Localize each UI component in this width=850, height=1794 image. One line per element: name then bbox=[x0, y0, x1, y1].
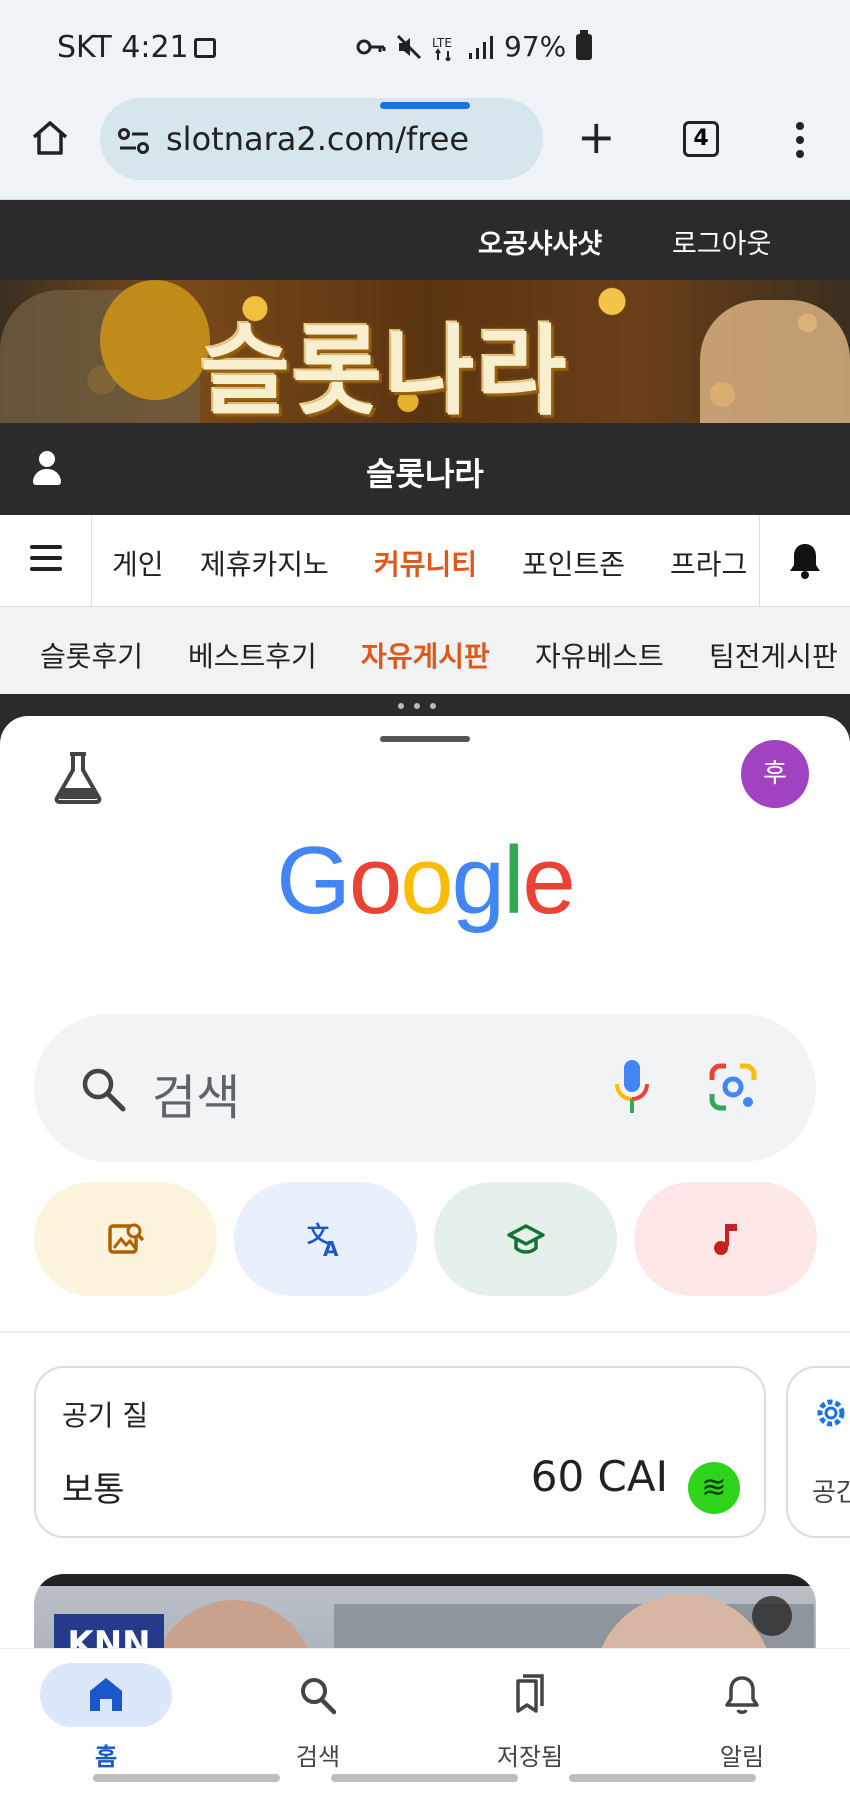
air-quality-status: 보통 bbox=[62, 1470, 125, 1510]
search-icon bbox=[301, 1678, 337, 1715]
banner-lion-art bbox=[100, 280, 210, 400]
music-note-icon bbox=[714, 1224, 737, 1255]
battery-percent: 97% bbox=[504, 30, 567, 63]
nav-notifications[interactable]: 알림 bbox=[636, 1649, 848, 1779]
google-logo-letter: g bbox=[451, 827, 505, 934]
air-quality-label: 공기 질 bbox=[62, 1399, 149, 1432]
mute-icon bbox=[396, 34, 422, 59]
nav-saved[interactable]: 저장됨 bbox=[424, 1649, 636, 1779]
song-search-chip[interactable] bbox=[634, 1182, 817, 1296]
google-lens-icon[interactable] bbox=[708, 1062, 758, 1112]
nav-item-active[interactable]: 커뮤니티 bbox=[374, 543, 477, 583]
expand-icon[interactable] bbox=[752, 1596, 792, 1636]
air-quality-card[interactable]: 공기 질 보통 60 CAI ≋ bbox=[34, 1366, 766, 1538]
banner-characters-art bbox=[700, 300, 850, 423]
divider bbox=[759, 515, 760, 607]
status-icons: LTE 97% bbox=[356, 29, 593, 63]
air-quality-waves-icon: ≋ bbox=[688, 1462, 740, 1514]
home-icon[interactable] bbox=[30, 118, 70, 158]
nav-home[interactable]: 홈 bbox=[0, 1649, 212, 1779]
lte-icon: LTE bbox=[432, 36, 452, 61]
menu-icon[interactable] bbox=[796, 122, 804, 164]
address-bar[interactable]: slotnara2.com/free bbox=[100, 98, 543, 180]
browser-toolbar: slotnara2.com/free + 4 bbox=[0, 90, 850, 200]
gear-icon bbox=[817, 1399, 845, 1427]
graduation-cap-icon bbox=[507, 1224, 545, 1254]
home-icon bbox=[90, 1678, 122, 1711]
new-tab-icon[interactable]: + bbox=[577, 114, 616, 160]
gesture-bar bbox=[331, 1774, 518, 1782]
site-settings-icon[interactable] bbox=[118, 128, 150, 154]
sub-nav: 슬롯후기 베스트후기 자유게시판 자유베스트 팀전게시판 bbox=[0, 607, 850, 697]
nav-item[interactable]: 제휴카지노 bbox=[200, 543, 329, 583]
username-link[interactable]: 오공샤샤샷 bbox=[478, 222, 602, 261]
account-avatar[interactable]: 후 bbox=[741, 740, 809, 808]
nav-item[interactable]: 게인 bbox=[112, 543, 164, 583]
next-card-text: 공간 bbox=[812, 1478, 850, 1508]
google-logo-letter: G bbox=[276, 827, 351, 934]
labs-flask-icon[interactable] bbox=[52, 750, 104, 804]
homework-chip[interactable] bbox=[434, 1182, 617, 1296]
status-bar: SKT 4:21 LTE 97% bbox=[0, 0, 850, 90]
air-quality-value: 60 CAI bbox=[530, 1452, 668, 1501]
google-logo-letter: o bbox=[400, 827, 453, 934]
more-dots-icon[interactable] bbox=[398, 703, 436, 709]
svg-text:A: A bbox=[323, 1237, 339, 1258]
site-name[interactable]: 슬롯나라 bbox=[0, 449, 850, 495]
next-card[interactable]: 공간 bbox=[786, 1366, 850, 1538]
translate-chip[interactable]: 文 A bbox=[234, 1182, 417, 1296]
signal-icon bbox=[469, 35, 493, 59]
sub-nav-item[interactable]: 슬롯후기 bbox=[40, 635, 143, 675]
logout-link[interactable]: 로그아웃 bbox=[672, 222, 771, 261]
nav-label: 저장됨 bbox=[496, 1743, 564, 1771]
search-input[interactable]: 검색 bbox=[34, 1014, 816, 1162]
hamburger-menu-icon[interactable] bbox=[30, 545, 62, 578]
sub-nav-item[interactable]: 베스트후기 bbox=[188, 635, 317, 675]
search-icon bbox=[82, 1068, 126, 1112]
sub-nav-item-active[interactable]: 자유게시판 bbox=[361, 635, 490, 675]
bookmarks-icon bbox=[516, 1674, 544, 1713]
bell-icon[interactable] bbox=[787, 542, 823, 580]
gesture-bar bbox=[569, 1774, 756, 1782]
google-logo-letter: e bbox=[522, 827, 575, 934]
search-placeholder: 검색 bbox=[152, 1070, 241, 1126]
google-logo-letter: l bbox=[503, 827, 524, 934]
site-top-bar: 오공샤샤샷 로그아웃 bbox=[0, 200, 850, 280]
sub-nav-item[interactable]: 자유베스트 bbox=[535, 635, 664, 675]
banner-title: 슬롯나라 bbox=[200, 315, 569, 423]
site-banner[interactable]: 슬롯나라 bbox=[0, 280, 850, 423]
image-search-icon bbox=[108, 1223, 145, 1254]
nav-search[interactable]: 검색 bbox=[212, 1649, 424, 1779]
google-logo-letter: o bbox=[348, 827, 402, 934]
battery-icon bbox=[576, 29, 593, 60]
svg-text:LTE: LTE bbox=[432, 36, 452, 50]
google-sheet: 후 Google 검색 文 A 공기 질 보통 60 CAI ≋ 공간 KNN bbox=[0, 716, 850, 1794]
nav-label: 홈 bbox=[94, 1743, 118, 1771]
google-logo: Google bbox=[0, 826, 850, 936]
drag-handle[interactable] bbox=[380, 736, 470, 742]
nav-label: 알림 bbox=[719, 1743, 765, 1771]
gesture-bar bbox=[93, 1774, 280, 1782]
image-search-chip[interactable] bbox=[34, 1182, 217, 1296]
nav-item[interactable]: 포인트존 bbox=[522, 543, 625, 583]
nav-label: 검색 bbox=[295, 1743, 341, 1771]
main-nav-items: 게인 제휴카지노 커뮤니티 포인트존 프라그 bbox=[92, 515, 759, 607]
key-icon bbox=[356, 39, 386, 54]
translate-icon: 文 A bbox=[307, 1222, 339, 1258]
url-text: slotnara2.com/free bbox=[166, 120, 470, 158]
nav-item[interactable]: 프라그 bbox=[670, 543, 747, 583]
sub-nav-item[interactable]: 팀전게시판 bbox=[709, 635, 838, 675]
status-time: SKT 4:21 bbox=[57, 30, 189, 65]
page-load-indicator bbox=[380, 102, 470, 109]
microphone-icon[interactable] bbox=[612, 1058, 652, 1118]
bottom-nav: 홈 검색 저장됨 알림 bbox=[0, 1648, 850, 1794]
gallery-icon bbox=[194, 38, 216, 58]
tab-switcher-icon[interactable]: 4 bbox=[683, 121, 719, 157]
section-divider bbox=[0, 1331, 850, 1333]
site-name-bar: 슬롯나라 bbox=[0, 423, 850, 515]
main-nav: 게인 제휴카지노 커뮤니티 포인트존 프라그 bbox=[0, 515, 850, 607]
bell-icon bbox=[725, 1676, 759, 1714]
